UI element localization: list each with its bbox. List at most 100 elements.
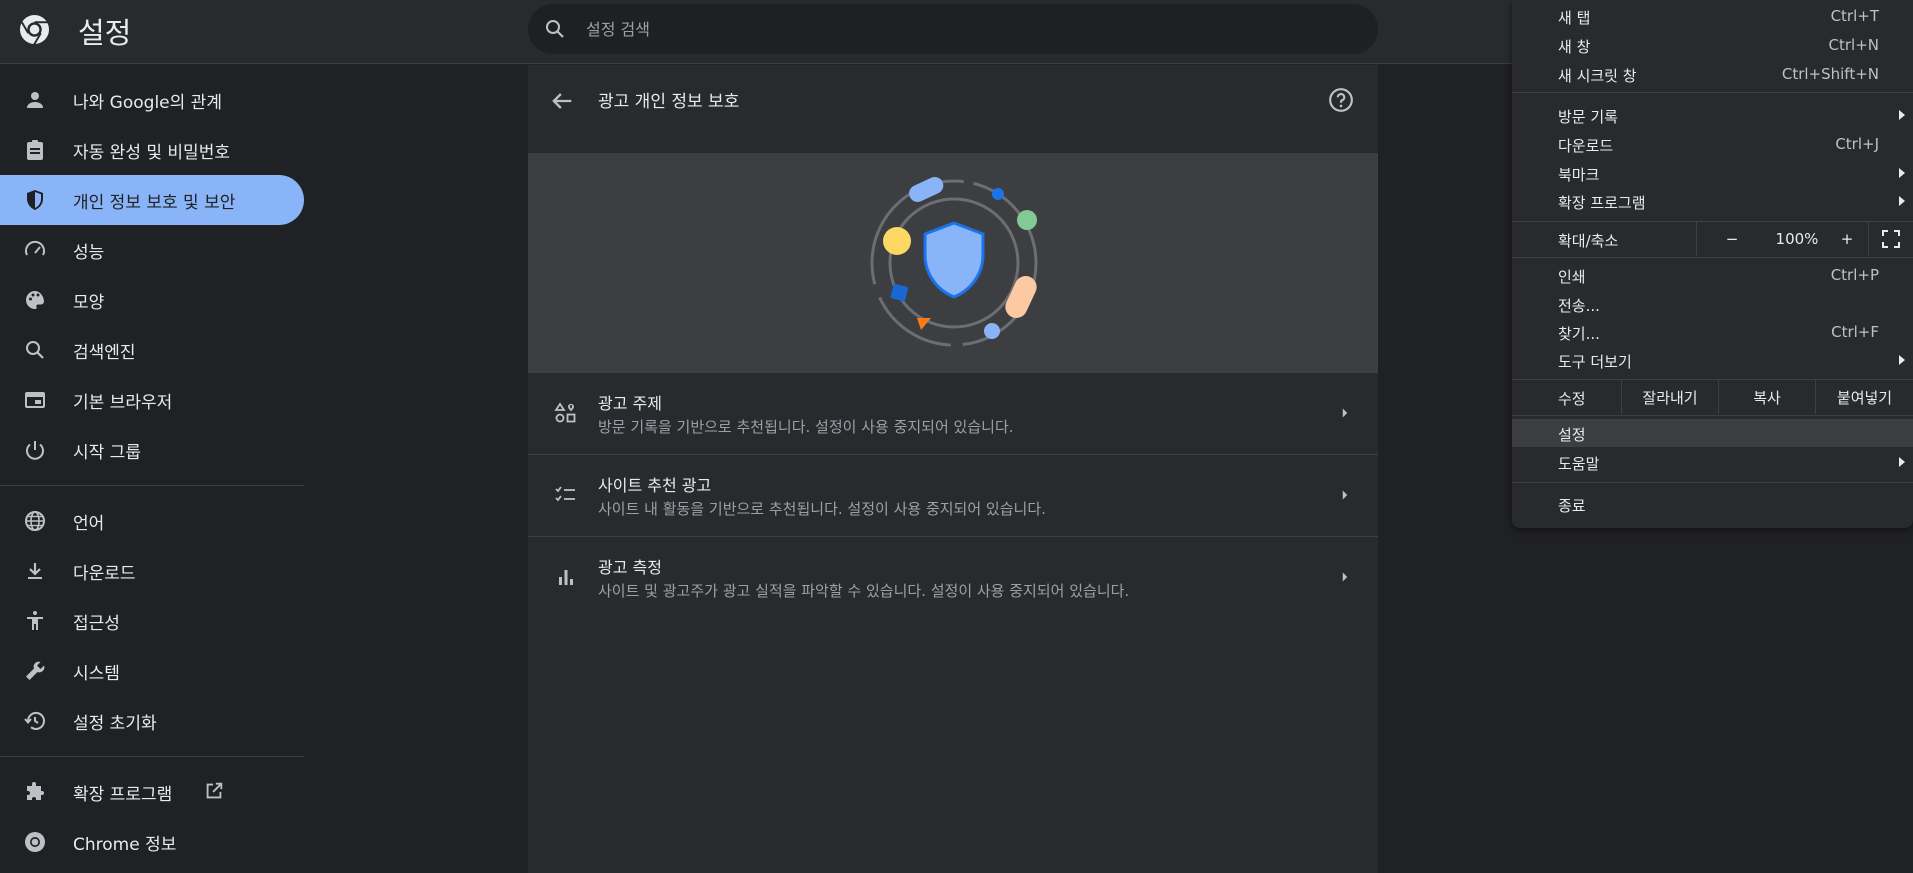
sidebar-divider <box>0 756 304 757</box>
row-description: 방문 기록을 기반으로 추천됩니다. 설정이 사용 중지되어 있습니다. <box>598 418 1014 436</box>
menu-item-label: 방문 기록 <box>1558 108 1618 126</box>
menu-item-more-tools[interactable]: 도구 더보기 <box>1512 346 1913 374</box>
ad-measurement-row[interactable]: 광고 측정 사이트 및 광고주가 광고 실적을 파악할 수 있습니다. 설정이 … <box>528 537 1378 618</box>
sidebar-item-label: 시작 그룹 <box>73 442 141 463</box>
menu-item-downloads[interactable]: 다운로드 Ctrl+J <box>1512 130 1913 158</box>
menu-item-label: 확장 프로그램 <box>1558 194 1646 212</box>
menu-divider <box>1512 415 1913 416</box>
menu-item-shortcut: Ctrl+J <box>1835 135 1879 153</box>
menu-divider <box>1512 257 1913 258</box>
submenu-arrow-icon <box>1899 168 1905 178</box>
sidebar-item-on-startup[interactable]: 시작 그룹 <box>0 425 304 475</box>
row-title: 사이트 추천 광고 <box>598 476 712 495</box>
menu-item-extensions[interactable]: 확장 프로그램 <box>1512 187 1913 215</box>
menu-zoom-row: 확대/축소 − 100% + <box>1512 222 1913 256</box>
chrome-main-menu: 새 탭 Ctrl+T 새 창 Ctrl+N 새 시크릿 창 Ctrl+Shift… <box>1512 0 1913 528</box>
menu-item-new-incognito-window[interactable]: 새 시크릿 창 Ctrl+Shift+N <box>1512 60 1913 88</box>
sidebar-item-default-browser[interactable]: 기본 브라우저 <box>0 375 304 425</box>
help-icon[interactable] <box>1328 87 1354 113</box>
bar-chart-icon <box>559 570 573 585</box>
shield-icon <box>27 190 43 210</box>
menu-item-print[interactable]: 인쇄 Ctrl+P <box>1512 261 1913 289</box>
sidebar: 나와 Google의 관계 자동 완성 및 비밀번호 개인 정보 보호 및 보안… <box>0 75 304 867</box>
menu-item-settings[interactable]: 설정 <box>1512 419 1913 447</box>
menu-item-label: 찾기... <box>1558 325 1600 343</box>
back-arrow-icon[interactable] <box>548 87 576 115</box>
privacy-shield-illustration <box>870 176 1038 347</box>
menu-divider <box>1512 482 1913 483</box>
power-icon <box>26 441 44 460</box>
sidebar-item-reset-settings[interactable]: 설정 초기화 <box>0 696 304 746</box>
menu-item-label: 새 창 <box>1558 38 1591 56</box>
checklist-icon <box>555 486 575 502</box>
search-input[interactable] <box>586 15 1346 43</box>
menu-item-bookmarks[interactable]: 북마크 <box>1512 159 1913 187</box>
person-icon <box>27 92 43 108</box>
zoom-in-button[interactable]: + <box>1827 222 1867 256</box>
settings-search[interactable] <box>528 4 1378 54</box>
sidebar-item-label: 자동 완성 및 비밀번호 <box>73 142 230 163</box>
zoom-out-button[interactable]: − <box>1697 222 1767 256</box>
palette-icon <box>26 291 44 309</box>
menu-item-shortcut: Ctrl+N <box>1828 36 1879 54</box>
submenu-arrow-icon <box>1899 196 1905 206</box>
menu-item-label: 수정 <box>1558 390 1586 408</box>
chevron-right-icon <box>1342 490 1348 500</box>
menu-item-shortcut: Ctrl+T <box>1830 7 1879 25</box>
sidebar-item-about-chrome[interactable]: Chrome 정보 <box>0 817 304 867</box>
menu-item-label: 확대/축소 <box>1558 232 1619 250</box>
menu-item-label: 종료 <box>1558 497 1586 515</box>
menu-item-label: 인쇄 <box>1558 268 1586 286</box>
ad-topics-row[interactable]: 광고 주제 방문 기록을 기반으로 추천됩니다. 설정이 사용 중지되어 있습니… <box>528 373 1378 454</box>
sidebar-item-accessibility[interactable]: 접근성 <box>0 596 304 646</box>
menu-item-label: 도움말 <box>1558 455 1600 473</box>
sidebar-item-label: 시스템 <box>73 663 120 684</box>
submenu-arrow-icon <box>1899 457 1905 467</box>
menu-item-help[interactable]: 도움말 <box>1512 448 1913 476</box>
fullscreen-icon <box>1882 230 1900 248</box>
sidebar-item-search-engine[interactable]: 검색엔진 <box>0 325 304 375</box>
submenu-arrow-icon <box>1899 355 1905 365</box>
menu-item-label: 설정 <box>1558 426 1586 444</box>
submenu-arrow-icon <box>1899 110 1905 120</box>
menu-item-new-window[interactable]: 새 창 Ctrl+N <box>1512 31 1913 59</box>
globe-icon <box>25 511 45 531</box>
menu-item-label: 도구 더보기 <box>1558 353 1632 371</box>
menu-item-exit[interactable]: 종료 <box>1512 490 1913 518</box>
menu-edit-row: 수정 잘라내기 복사 붙여넣기 <box>1512 380 1913 414</box>
sidebar-item-system[interactable]: 시스템 <box>0 646 304 696</box>
copy-button[interactable]: 복사 <box>1719 380 1815 414</box>
menu-item-cast[interactable]: 전송... <box>1512 290 1913 318</box>
sidebar-item-appearance[interactable]: 모양 <box>0 275 304 325</box>
chevron-right-icon <box>1342 408 1348 418</box>
menu-item-new-tab[interactable]: 새 탭 Ctrl+T <box>1512 2 1913 30</box>
menu-item-find[interactable]: 찾기... Ctrl+F <box>1512 318 1913 346</box>
menu-item-label: 북마크 <box>1558 166 1600 184</box>
wrench-icon <box>26 661 45 680</box>
download-icon <box>28 563 42 579</box>
site-suggested-ads-row[interactable]: 사이트 추천 광고 사이트 내 활동을 기반으로 추천됩니다. 설정이 사용 중… <box>528 455 1378 536</box>
sidebar-item-privacy-security[interactable]: 개인 정보 보호 및 보안 <box>0 175 304 225</box>
sidebar-item-you-and-google[interactable]: 나와 Google의 관계 <box>0 75 304 125</box>
menu-item-history[interactable]: 방문 기록 <box>1512 101 1913 129</box>
sidebar-item-label: 모양 <box>73 292 105 313</box>
cut-button[interactable]: 잘라내기 <box>1622 380 1718 414</box>
paste-button[interactable]: 붙여넣기 <box>1816 380 1913 414</box>
browser-icon <box>25 392 45 408</box>
sidebar-item-label: 접근성 <box>73 613 120 634</box>
sidebar-item-extensions[interactable]: 확장 프로그램 <box>0 767 304 817</box>
menu-item-label: 새 탭 <box>1558 9 1591 27</box>
sidebar-item-languages[interactable]: 언어 <box>0 496 304 546</box>
sidebar-item-performance[interactable]: 성능 <box>0 225 304 275</box>
fullscreen-button[interactable] <box>1869 222 1913 256</box>
puzzle-icon <box>27 782 44 800</box>
sidebar-item-downloads[interactable]: 다운로드 <box>0 546 304 596</box>
sidebar-item-label: 검색엔진 <box>73 342 136 363</box>
sidebar-divider <box>0 485 304 486</box>
menu-item-shortcut: Ctrl+F <box>1831 323 1879 341</box>
row-description: 사이트 및 광고주가 광고 실적을 파악할 수 있습니다. 설정이 사용 중지되… <box>598 582 1130 600</box>
sidebar-item-autofill[interactable]: 자동 완성 및 비밀번호 <box>0 125 304 175</box>
open-in-new-icon <box>206 782 223 799</box>
search-icon <box>26 341 44 359</box>
menu-item-shortcut: Ctrl+Shift+N <box>1781 65 1879 83</box>
